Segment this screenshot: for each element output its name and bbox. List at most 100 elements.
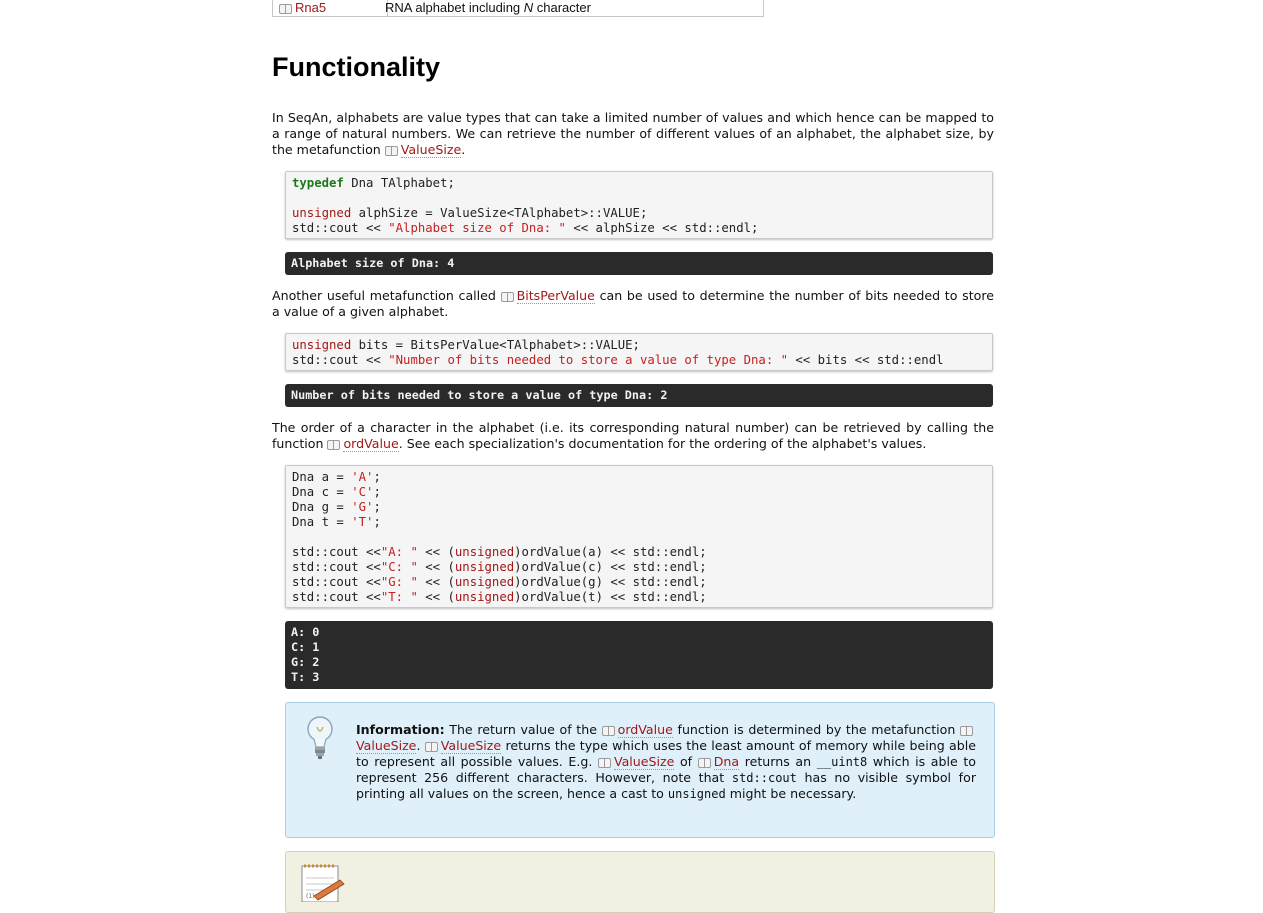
code-keyword: unsigned [454,545,515,559]
ordvalue-link[interactable]: ordValue [343,436,399,452]
code-text: alphSize = ValueSize<TAlphabet>::VALUE; [351,206,648,220]
svg-text:(1): (1) [306,893,315,900]
output-line: G: 2 [291,655,320,669]
info-text: returns an [739,754,817,769]
code-block-2: unsigned bits = BitsPerValue<TAlphabet>:… [285,333,993,371]
code-text: Dna a = [292,470,352,484]
section-heading: Functionality [272,52,440,82]
desc-text-end: character [533,0,591,15]
p3-text-end: . See each specialization's documentatio… [398,436,927,451]
desc-em: N [523,0,534,15]
dna-link[interactable]: Dna [713,754,740,770]
valuesize-link[interactable]: ValueSize [440,738,502,754]
output-block-2: Number of bits needed to store a value o… [285,384,993,407]
output-line: T: 3 [291,670,320,684]
code-keyword: unsigned [292,206,352,220]
lightbulb-icon [307,716,333,759]
code-string: 'C' [351,485,374,499]
code-text: << ( [417,590,455,604]
valuesize-link[interactable]: ValueSize [356,738,417,754]
code-text: std::cout << [292,545,381,559]
table-cell-name: Rna5 [273,0,388,16]
code-text: )ordValue(a) << std::endl; [514,545,707,559]
p1-text: In SeqAn, alphabets are value types that… [272,110,994,157]
code-block-3: Dna a = 'A'; Dna c = 'C'; Dna g = 'G'; D… [285,465,993,608]
code-text: std::cout << [292,353,389,367]
paragraph-bitspervalue: Another useful metafunction called BitsP… [272,288,994,320]
info-text: of [674,754,698,769]
output-text: Alphabet size of Dna: 4 [291,256,455,270]
p2-text: Another useful metafunction called [272,288,501,303]
bitspervalue-link[interactable]: BitsPerValue [516,288,595,304]
inline-code: __uint8 [816,755,868,769]
code-text: )ordValue(c) << std::endl; [514,560,707,574]
code-keyword: typedef [292,176,344,190]
table-cell-description: RNA alphabet including N character [385,0,591,16]
code-keyword: unsigned [454,590,515,604]
info-label: Information: [356,722,445,737]
code-string: 'T' [351,515,374,529]
code-text: Dna t = [292,515,352,529]
note-box: (1) [285,851,995,913]
output-line: A: 0 [291,625,320,639]
book-icon [960,725,974,736]
book-icon [424,741,438,752]
desc-text: RNA alphabet including [385,0,524,15]
code-text: << ( [417,560,455,574]
code-text: ; [373,515,381,529]
code-text: std::cout << [292,590,381,604]
ordvalue-link[interactable]: ordValue [617,722,673,738]
information-text: Information: The return value of the ord… [356,722,976,802]
code-text: Dna TAlphabet; [343,176,455,190]
alphabet-table-last-row: Rna5 RNA alphabet including N character [272,0,764,17]
output-line: C: 1 [291,640,320,654]
book-icon [279,3,292,14]
rna5-link[interactable]: Rna5 [295,0,326,15]
p1-end: . [461,142,466,157]
book-icon [601,725,615,736]
code-string: 'A' [351,470,374,484]
notepad-icon: (1) [301,864,345,902]
code-text: std::cout << [292,575,381,589]
code-string: 'G' [351,500,374,514]
code-text: std::cout << [292,221,389,235]
code-block-1: typedef Dna TAlphabet; unsigned alphSize… [285,171,993,239]
paragraph-ordvalue: The order of a character in the alphabet… [272,420,994,452]
book-icon [597,757,611,768]
valuesize-link[interactable]: ValueSize [613,754,675,770]
code-keyword: unsigned [454,575,515,589]
code-text: ; [373,500,381,514]
code-string: "Number of bits needed to store a value … [388,353,789,367]
output-block-1: Alphabet size of Dna: 4 [285,252,993,275]
inline-code: std::cout [731,771,797,785]
code-keyword: unsigned [454,560,515,574]
code-text: )ordValue(t) << std::endl; [514,590,707,604]
info-text: The return value of the [444,722,602,737]
info-text: . [416,738,425,753]
code-text: << alphSize << std::endl; [565,221,759,235]
code-text: << bits << std::endl [788,353,944,367]
output-text: Number of bits needed to store a value o… [291,388,668,402]
book-icon [697,757,711,768]
code-text: Dna c = [292,485,352,499]
inline-code: unsigned [667,787,726,801]
book-icon [384,145,398,156]
book-icon [327,439,341,450]
code-text: ; [373,470,381,484]
code-keyword: unsigned [292,338,352,352]
code-text: Dna g = [292,500,352,514]
code-text: std::cout << [292,560,381,574]
code-string: "A: " [380,545,418,559]
information-box: Information: The return value of the ord… [285,702,995,838]
valuesize-link[interactable]: ValueSize [400,142,462,158]
code-text: )ordValue(g) << std::endl; [514,575,707,589]
code-string: "Alphabet size of Dna: " [388,221,566,235]
code-text: bits = BitsPerValue<TAlphabet>::VALUE; [351,338,640,352]
code-text: << ( [417,575,455,589]
code-text: ; [373,485,381,499]
code-string: "G: " [380,575,418,589]
info-text: might be necessary. [725,786,857,801]
code-text: << ( [417,545,455,559]
paragraph-valuesize: In SeqAn, alphabets are value types that… [272,110,994,158]
code-string: "C: " [380,560,418,574]
